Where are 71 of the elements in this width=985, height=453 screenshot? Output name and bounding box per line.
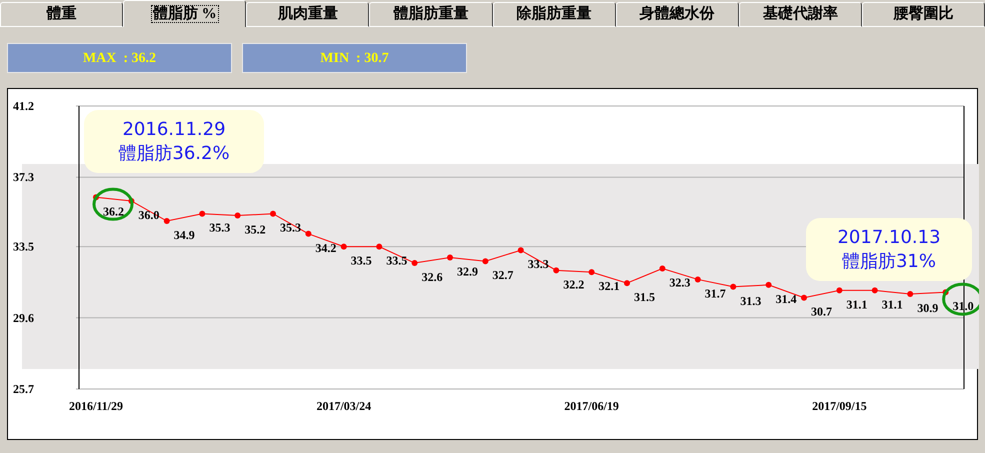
data-point — [234, 212, 241, 219]
data-point — [553, 267, 560, 274]
tab[interactable]: 腰臀圍比 — [862, 2, 985, 27]
data-label: 33.3 — [528, 257, 549, 272]
axis-label: 33.5 — [13, 240, 34, 254]
data-label: 33.5 — [386, 254, 408, 268]
data-label: 31.1 — [882, 297, 903, 312]
data-label: 32.9 — [457, 264, 478, 279]
callout-date: 2017.10.13 — [837, 226, 941, 250]
data-label: 31.7 — [704, 286, 726, 300]
data-point — [482, 258, 488, 264]
data-point — [412, 260, 418, 266]
data-point — [942, 289, 949, 296]
data-label: 36.2 — [103, 204, 124, 218]
data-label: 32.7 — [492, 268, 514, 282]
data-label: 30.9 — [917, 301, 938, 316]
data-point — [624, 280, 630, 286]
axis-label: 41.2 — [13, 99, 34, 113]
axis-label: 25.7 — [13, 382, 34, 396]
data-point — [766, 282, 772, 288]
data-point — [801, 294, 807, 301]
data-point — [305, 230, 312, 237]
data-label: 33.5 — [350, 254, 372, 268]
axis-label: 2017/03/24 — [316, 399, 372, 413]
data-point — [907, 291, 914, 298]
data-point — [270, 210, 276, 217]
data-point — [376, 244, 382, 250]
data-point — [199, 210, 206, 217]
data-point — [694, 276, 701, 282]
tab[interactable]: 體脂肪 % — [123, 0, 246, 27]
axis-label: 2016/11/29 — [69, 399, 123, 413]
data-label: 36.0 — [138, 208, 160, 222]
tab[interactable]: 體脂肪重量 — [369, 2, 492, 27]
stat-bar: MIN : 30.7 — [242, 43, 467, 73]
data-point — [518, 247, 524, 254]
stat-bar: MAX : 36.2 — [7, 43, 232, 73]
data-label: 35.2 — [244, 222, 266, 237]
data-label: 35.3 — [280, 220, 301, 235]
tab[interactable]: 基礎代謝率 — [738, 2, 862, 27]
data-point — [730, 284, 736, 290]
axis-label: 29.6 — [13, 310, 34, 325]
data-label: 35.3 — [209, 220, 230, 235]
tab[interactable]: 肌肉重量 — [246, 2, 370, 27]
data-point — [659, 266, 666, 272]
data-label: 31.5 — [634, 290, 655, 304]
axis-label: 2017/09/15 — [812, 399, 867, 413]
tab[interactable]: 身體總水份 — [616, 2, 739, 27]
data-point — [836, 287, 842, 294]
data-label: 32.6 — [422, 270, 443, 284]
data-label: 31.1 — [846, 297, 868, 312]
tab[interactable]: 除脂肪重量 — [492, 2, 616, 27]
data-point — [164, 218, 170, 224]
data-label: 32.2 — [563, 277, 584, 292]
axis-label: 37.3 — [13, 170, 34, 184]
callout-value: 體脂肪31% — [842, 250, 936, 274]
data-label: 30.7 — [811, 304, 832, 319]
data-point — [588, 269, 595, 276]
data-point — [447, 254, 453, 261]
tab[interactable]: 體重 — [0, 2, 124, 27]
data-label: 34.9 — [174, 228, 195, 242]
data-label: 32.3 — [669, 276, 690, 290]
data-point — [340, 244, 347, 250]
data-point — [872, 287, 878, 294]
data-label: 31.3 — [740, 294, 762, 308]
data-label: 31.4 — [776, 292, 797, 306]
axis-label: 2017/06/19 — [564, 399, 619, 413]
callout-value: 體脂肪36.2% — [118, 142, 230, 166]
data-label: 34.2 — [315, 240, 336, 255]
data-label: 32.1 — [598, 279, 620, 294]
callout-date: 2016.11.29 — [122, 118, 226, 142]
highlight-ring — [92, 188, 134, 221]
